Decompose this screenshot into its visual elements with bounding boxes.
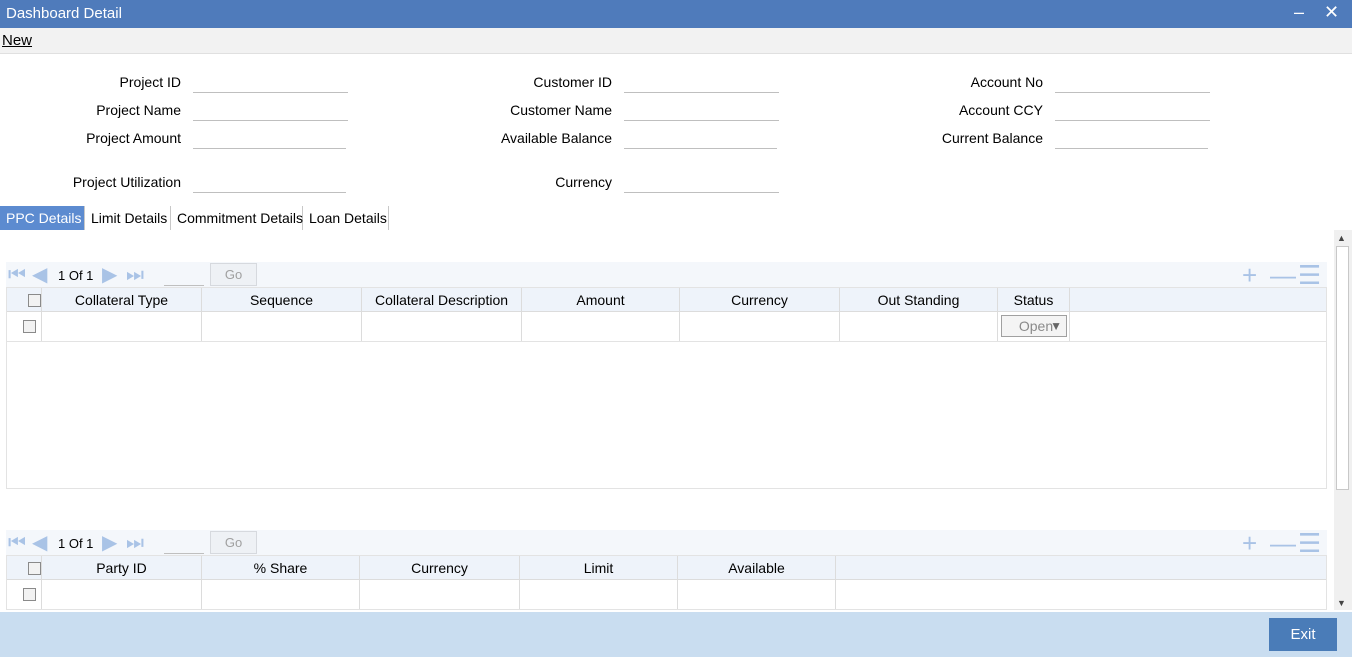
customer-id-field[interactable] bbox=[624, 71, 779, 93]
vertical-scrollbar[interactable]: ▲ ▼ bbox=[1334, 230, 1352, 610]
project-name-label: Project Name bbox=[96, 102, 181, 118]
account-no-label: Account No bbox=[970, 74, 1043, 90]
add-row-icon[interactable]: + bbox=[1242, 262, 1257, 288]
project-name-field[interactable] bbox=[193, 99, 348, 121]
cell-party-id[interactable] bbox=[42, 580, 202, 609]
project-id-field[interactable] bbox=[193, 71, 348, 93]
current-balance-label: Current Balance bbox=[941, 130, 1043, 146]
delete-row-icon[interactable]: — bbox=[1270, 530, 1296, 556]
project-utilization-label: Project Utilization bbox=[72, 174, 181, 190]
col-currency: Currency bbox=[680, 288, 840, 311]
last-page-icon[interactable]: ⏭ bbox=[126, 533, 144, 553]
cell-collateral-type[interactable] bbox=[42, 312, 202, 341]
select-all-checkbox[interactable] bbox=[28, 562, 41, 575]
customer-name-label: Customer Name bbox=[510, 102, 612, 118]
delete-row-icon[interactable]: — bbox=[1270, 262, 1296, 288]
col-collateral-description: Collateral Description bbox=[362, 288, 522, 311]
currency-field[interactable] bbox=[624, 171, 779, 193]
available-balance-field[interactable] bbox=[624, 127, 777, 149]
new-link[interactable]: New bbox=[2, 32, 32, 49]
select-all-checkbox[interactable] bbox=[28, 294, 41, 307]
col-sequence: Sequence bbox=[202, 288, 362, 311]
single-view-icon[interactable]: ☰ bbox=[1298, 530, 1321, 556]
customer-name-field[interactable] bbox=[624, 99, 779, 121]
ppc-grid-header: Collateral Type Sequence Collateral Desc… bbox=[7, 288, 1326, 312]
col-status: Status bbox=[998, 288, 1070, 311]
customer-id-label: Customer ID bbox=[533, 74, 612, 90]
tab-ppc-details[interactable]: PPC Details bbox=[0, 206, 85, 230]
ppc-grid: Collateral Type Sequence Collateral Desc… bbox=[6, 287, 1327, 489]
page-number-input[interactable] bbox=[164, 534, 204, 554]
cell-currency[interactable] bbox=[360, 580, 520, 609]
status-select[interactable]: Open ▼ bbox=[1001, 315, 1067, 337]
scroll-down-icon[interactable]: ▼ bbox=[1337, 598, 1346, 608]
page-number-input[interactable] bbox=[164, 266, 204, 286]
col-amount: Amount bbox=[522, 288, 680, 311]
cell-currency[interactable] bbox=[680, 312, 840, 341]
single-view-icon[interactable]: ☰ bbox=[1298, 262, 1321, 288]
cell-amount[interactable] bbox=[522, 312, 680, 341]
footer-bar: Exit bbox=[0, 612, 1352, 657]
first-page-icon[interactable]: ⏮ bbox=[8, 533, 26, 553]
prev-page-icon[interactable]: ◀ bbox=[32, 533, 47, 553]
row-checkbox[interactable] bbox=[23, 320, 36, 333]
table-row: Open ▼ bbox=[7, 312, 1326, 342]
col-currency: Currency bbox=[360, 556, 520, 579]
col-share: % Share bbox=[202, 556, 360, 579]
next-page-icon[interactable]: ▶ bbox=[102, 533, 117, 553]
ppc-pager: ⏮ ◀ 1 Of 1 ▶ ⏭ Go + — ☰ bbox=[6, 262, 1327, 288]
project-id-label: Project ID bbox=[119, 74, 181, 90]
party-grid: Party ID % Share Currency Limit Availabl… bbox=[6, 555, 1327, 610]
tab-commitment-details[interactable]: Commitment Details bbox=[171, 206, 303, 230]
col-out-standing: Out Standing bbox=[840, 288, 998, 311]
col-party-id: Party ID bbox=[42, 556, 202, 579]
last-page-icon[interactable]: ⏭ bbox=[126, 265, 144, 285]
currency-label: Currency bbox=[555, 174, 612, 190]
page-indicator: 1 Of 1 bbox=[58, 268, 94, 283]
window-title: Dashboard Detail bbox=[6, 5, 122, 22]
account-ccy-field[interactable] bbox=[1055, 99, 1210, 121]
cell-limit[interactable] bbox=[520, 580, 678, 609]
current-balance-field[interactable] bbox=[1055, 127, 1208, 149]
cell-share[interactable] bbox=[202, 580, 360, 609]
prev-page-icon[interactable]: ◀ bbox=[32, 265, 47, 285]
go-button[interactable]: Go bbox=[210, 263, 257, 286]
minimize-icon[interactable]: – bbox=[1294, 2, 1304, 23]
col-available: Available bbox=[678, 556, 836, 579]
account-no-field[interactable] bbox=[1055, 71, 1210, 93]
tab-loan-details[interactable]: Loan Details bbox=[303, 206, 389, 230]
project-amount-field[interactable] bbox=[193, 127, 346, 149]
page-indicator: 1 Of 1 bbox=[58, 536, 94, 551]
first-page-icon[interactable]: ⏮ bbox=[8, 265, 26, 285]
go-button[interactable]: Go bbox=[210, 531, 257, 554]
close-icon[interactable]: ✕ bbox=[1324, 2, 1339, 23]
cell-out-standing[interactable] bbox=[840, 312, 998, 341]
menu-bar: New bbox=[0, 28, 1352, 54]
scroll-up-icon[interactable]: ▲ bbox=[1337, 233, 1346, 243]
col-limit: Limit bbox=[520, 556, 678, 579]
party-grid-header: Party ID % Share Currency Limit Availabl… bbox=[7, 556, 1326, 580]
project-utilization-field[interactable] bbox=[193, 171, 346, 193]
available-balance-label: Available Balance bbox=[500, 130, 612, 146]
cell-available[interactable] bbox=[678, 580, 836, 609]
table-row bbox=[7, 580, 1326, 610]
chevron-down-icon: ▼ bbox=[1050, 319, 1062, 333]
project-amount-label: Project Amount bbox=[86, 130, 181, 146]
next-page-icon[interactable]: ▶ bbox=[102, 265, 117, 285]
row-checkbox[interactable] bbox=[23, 588, 36, 601]
exit-button[interactable]: Exit bbox=[1269, 618, 1337, 651]
tab-limit-details[interactable]: Limit Details bbox=[85, 206, 171, 230]
col-collateral-type: Collateral Type bbox=[42, 288, 202, 311]
scroll-thumb[interactable] bbox=[1336, 246, 1349, 490]
window-titlebar: Dashboard Detail – ✕ bbox=[0, 0, 1352, 28]
account-ccy-label: Account CCY bbox=[958, 102, 1043, 118]
add-row-icon[interactable]: + bbox=[1242, 530, 1257, 556]
cell-sequence[interactable] bbox=[202, 312, 362, 341]
status-value: Open bbox=[1018, 318, 1054, 334]
limit-pager: ⏮ ◀ 1 Of 1 ▶ ⏭ Go + — ☰ bbox=[6, 530, 1327, 556]
cell-collateral-description[interactable] bbox=[362, 312, 522, 341]
